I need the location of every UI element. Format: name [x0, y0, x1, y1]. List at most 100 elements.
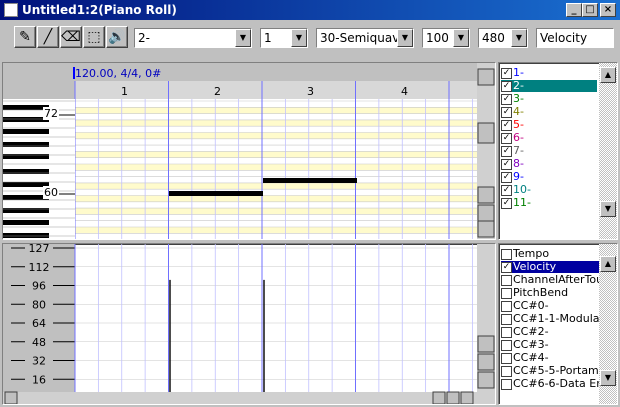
controller-label: CC#3- [513, 339, 549, 351]
checkbox[interactable]: ✓ [501, 261, 512, 273]
minimize-button[interactable]: _ [566, 3, 582, 17]
scroll-up-button[interactable]: ▲ [600, 67, 616, 83]
chevron-down-icon[interactable]: ▼ [291, 29, 307, 47]
zoom-in-button[interactable] [477, 220, 495, 238]
scroll-down-button[interactable] [477, 186, 495, 204]
track-item[interactable]: ✓ 5- [501, 119, 597, 131]
checkbox[interactable]: ✓ [501, 158, 512, 170]
horizontal-scrollbar[interactable] [3, 392, 495, 404]
checkbox[interactable] [501, 339, 512, 351]
chevron-down-icon[interactable]: ▼ [397, 29, 413, 47]
hzoom-in-button[interactable] [460, 391, 474, 404]
checkbox[interactable]: ✓ [501, 106, 512, 118]
controller-item[interactable]: CC#1-1-Modulation [501, 313, 604, 325]
controller-item[interactable]: CC#0- [501, 300, 604, 312]
controller-label: PitchBend [513, 287, 569, 299]
note-row [75, 182, 477, 190]
note-row [75, 132, 477, 139]
controller-item[interactable]: CC#2- [501, 326, 604, 338]
channel-select[interactable]: 1 ▼ [260, 28, 308, 48]
track-item[interactable]: ✓ 3- [501, 93, 597, 105]
checkbox[interactable] [501, 313, 512, 325]
pencil-tool-icon[interactable]: ✎ [14, 26, 36, 48]
controller-item[interactable]: CC#4- [501, 352, 604, 364]
note-row [75, 220, 477, 227]
zoom-out-button[interactable] [477, 204, 495, 222]
velocity-tick: 16 [32, 373, 46, 386]
checkbox[interactable]: ✓ [501, 119, 512, 131]
black-key[interactable] [3, 233, 49, 238]
checkbox[interactable]: ✓ [501, 132, 512, 144]
eraser-tool-icon[interactable]: ⌫ [60, 26, 82, 48]
maximize-button[interactable]: □ [582, 3, 598, 17]
duration-select[interactable]: 480 ▼ [478, 28, 528, 48]
checkbox[interactable]: ✓ [501, 80, 512, 92]
checkbox[interactable] [501, 300, 512, 312]
track-item[interactable]: ✓ 7- [501, 145, 597, 157]
controller-item[interactable]: CC#3- [501, 339, 604, 351]
controller-item[interactable]: PitchBend [501, 287, 604, 299]
track-item[interactable]: ✓ 11- [501, 197, 597, 209]
checkbox[interactable] [501, 287, 512, 299]
close-button[interactable]: × [600, 3, 616, 17]
track-item[interactable]: ✓ 10- [501, 184, 597, 196]
hzoom-out-button[interactable] [446, 391, 460, 404]
checkbox[interactable] [501, 352, 512, 364]
track-item[interactable]: ✓ 6- [501, 132, 597, 144]
controller-item[interactable]: CC#5-5-Portamento [501, 365, 604, 377]
checkbox[interactable]: ✓ [501, 184, 512, 196]
velocity-select[interactable]: 100 ▼ [422, 28, 470, 48]
controller-list[interactable]: Tempo✓VelocityChannelAfterTouchPitchBend… [498, 243, 618, 405]
scroll-up-button[interactable]: ▲ [600, 256, 616, 272]
track-select[interactable]: 2- ▼ [134, 28, 252, 48]
track-item[interactable]: ✓ 1- [501, 67, 597, 79]
controller-item[interactable]: Tempo [501, 248, 604, 260]
zoom-in-button[interactable] [477, 371, 495, 389]
track-item[interactable]: ✓ 9- [501, 171, 597, 183]
black-key[interactable] [3, 129, 49, 134]
resolution-select[interactable]: 30-Semiquaver ▼ [316, 28, 414, 48]
piano-roll-grid[interactable] [3, 63, 495, 239]
chevron-down-icon[interactable]: ▼ [511, 29, 527, 47]
track-item[interactable]: ✓ 8- [501, 158, 597, 170]
chevron-down-icon[interactable]: ▼ [235, 29, 251, 47]
controller-label: CC#4- [513, 352, 549, 364]
velocity-grid[interactable]: 1271129680644832160 [3, 244, 495, 404]
checkbox[interactable] [501, 365, 512, 377]
track-list[interactable]: ✓ 1- ✓ 2- ✓ 3- ✓ 4- ✓ 5- ✓ 6- ✓ 7- ✓ 8- ✓ 9- ✓ 10- ✓ 11- ▲ ▼ [498, 62, 618, 240]
speaker-icon[interactable]: 🔊 [106, 26, 128, 48]
scroll-up-button[interactable] [477, 68, 495, 86]
checkbox[interactable]: ✓ [501, 197, 512, 209]
checkbox[interactable]: ✓ [501, 67, 512, 79]
title-bar[interactable]: Untitled1:2(Piano Roll) _ □ × [0, 0, 620, 20]
controller-label: ChannelAfterTouch [513, 274, 604, 286]
track-item[interactable]: ✓ 2- [501, 80, 597, 92]
select-tool-icon[interactable]: ⬚ [83, 26, 105, 48]
measure-ruler[interactable] [75, 81, 477, 99]
zoom-out-button[interactable] [477, 353, 495, 371]
checkbox[interactable]: ✓ [501, 145, 512, 157]
scroll-right-button[interactable] [432, 391, 446, 404]
track-item[interactable]: ✓ 4- [501, 106, 597, 118]
checkbox[interactable]: ✓ [501, 171, 512, 183]
scroll-left-button[interactable] [4, 391, 18, 404]
checkbox[interactable] [501, 326, 512, 338]
controller-item[interactable]: ChannelAfterTouch [501, 274, 604, 286]
checkbox[interactable]: ✓ [501, 93, 512, 105]
chevron-down-icon[interactable]: ▼ [453, 29, 469, 47]
mode-field[interactable]: Velocity [536, 28, 614, 48]
checkbox[interactable] [501, 248, 512, 260]
note[interactable] [263, 178, 357, 183]
note[interactable] [169, 191, 263, 196]
measure-3: 3 [307, 85, 314, 98]
scroll-thumb[interactable] [477, 122, 495, 144]
checkbox[interactable] [501, 378, 512, 390]
controller-item[interactable]: ✓ Velocity [501, 261, 604, 273]
checkbox[interactable] [501, 274, 512, 286]
black-key[interactable] [3, 220, 49, 225]
scroll-down-button[interactable] [477, 335, 495, 353]
line-tool-icon[interactable]: ╱ [37, 26, 59, 48]
scroll-down-button[interactable]: ▼ [600, 370, 616, 386]
controller-item[interactable]: CC#6-6-Data Entry [501, 378, 604, 390]
scroll-down-button[interactable]: ▼ [600, 201, 616, 217]
